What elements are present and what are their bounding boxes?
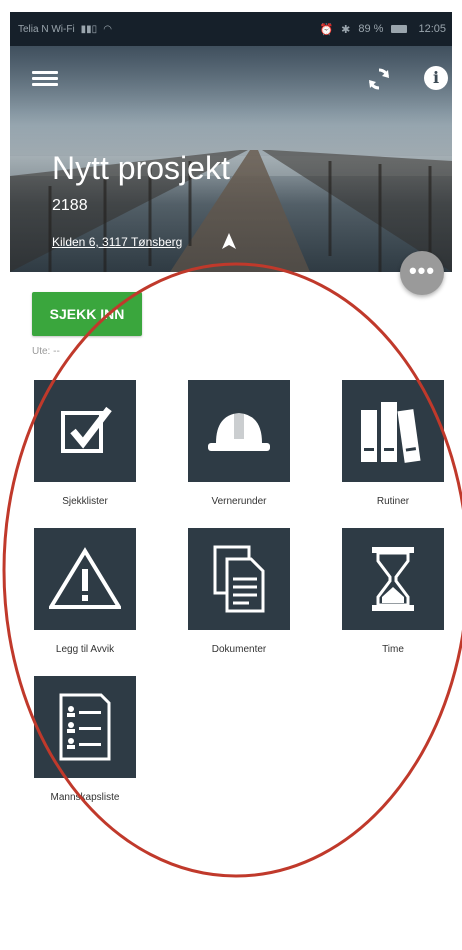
info-button[interactable]: i — [424, 66, 448, 90]
checkbox-icon — [61, 406, 112, 453]
menu-icon — [32, 71, 58, 74]
crew-list-icon — [59, 693, 111, 761]
tile-label: Legg til Avvik — [55, 644, 115, 655]
carrier-label: Telia N Wi-Fi — [18, 23, 75, 35]
project-header: i Nytt prosjekt 2188 Kilden 6, 3117 Tøns… — [10, 46, 452, 272]
tile-label: Mannskapsliste — [50, 792, 120, 803]
hardhat-icon — [208, 409, 270, 451]
battery-label: 89 % — [358, 23, 384, 35]
hourglass-icon — [372, 547, 414, 611]
wifi-icon: ◠ — [103, 23, 112, 35]
tile-vernerunder[interactable]: Vernerunder — [188, 380, 290, 507]
warning-icon — [49, 547, 121, 609]
tile-sjekklister[interactable]: Sjekklister — [34, 380, 136, 507]
navigation-arrow-icon[interactable] — [222, 233, 236, 249]
tile-label: Vernerunder — [211, 496, 267, 507]
tile-legg-til-avvik[interactable]: Legg til Avvik — [34, 528, 136, 655]
binders-icon — [361, 402, 421, 463]
more-dots-icon: ••• — [408, 258, 436, 283]
project-number: 2188 — [52, 197, 88, 214]
signal-icon: ▮▮▯ — [80, 23, 98, 35]
checkin-button[interactable]: SJEKK INN — [32, 292, 142, 336]
tile-time[interactable]: Time — [342, 528, 444, 655]
tile-rutiner[interactable]: Rutiner — [342, 380, 444, 507]
tile-dokumenter[interactable]: Dokumenter — [188, 528, 290, 655]
clock: 12:05 — [418, 23, 446, 35]
menu-button[interactable] — [32, 68, 58, 90]
checkin-status-text: Ute: -- — [32, 346, 60, 357]
sync-button[interactable] — [366, 66, 392, 92]
status-bar: Telia N Wi-Fi ▮▮▯ ◠ ⏰ ✱ 89 % 12:05 — [10, 12, 452, 46]
tile-label: Dokumenter — [211, 644, 267, 655]
alarm-icon: ⏰ — [319, 23, 334, 36]
tile-mannskapsliste[interactable]: Mannskapsliste — [34, 676, 136, 803]
battery-icon — [391, 25, 408, 33]
documents-icon — [213, 545, 265, 613]
more-options-button[interactable]: ••• — [400, 251, 444, 295]
bluetooth-icon: ✱ — [341, 23, 351, 36]
project-address-link[interactable]: Kilden 6, 3117 Tønsberg — [52, 235, 182, 249]
info-icon: i — [432, 68, 440, 87]
tile-label: Time — [382, 644, 404, 655]
project-title: Nytt prosjekt — [52, 150, 230, 186]
sync-icon — [369, 68, 389, 90]
tile-label: Rutiner — [376, 496, 410, 507]
tile-label: Sjekklister — [62, 496, 108, 507]
